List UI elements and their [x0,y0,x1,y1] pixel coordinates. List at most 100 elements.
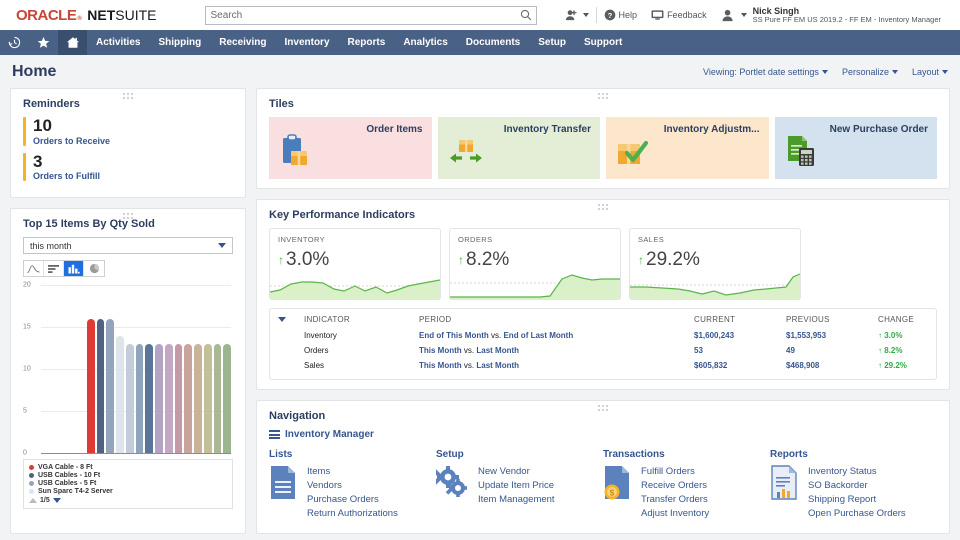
nav-link-purchase-orders[interactable]: Purchase Orders [307,493,398,507]
period-start[interactable]: This Month [419,346,462,355]
page-title: Home [12,63,56,81]
bar[interactable] [175,344,183,453]
bar[interactable] [136,344,144,453]
kpi-name: SALES [638,235,792,244]
user-menu[interactable]: Nick Singh SS Pure FF EM US 2019.2 - FF … [714,0,952,30]
add-shortcut-button[interactable] [558,0,596,30]
nav-link-vendors[interactable]: Vendors [307,479,398,493]
bar[interactable] [155,344,163,453]
nav-link-new-vendor[interactable]: New Vendor [478,465,555,479]
cell-previous[interactable]: $468,908 [786,361,878,370]
nav-link-return-authorizations[interactable]: Return Authorizations [307,507,398,521]
bar[interactable] [97,319,105,453]
bar[interactable] [223,344,231,453]
pie-chart-icon[interactable] [84,261,104,276]
oracle-logo[interactable]: ORACLE® [16,7,81,24]
help-button[interactable]: ? Help [597,0,645,30]
nav-item-shipping[interactable]: Shipping [149,30,210,55]
favorites-star-icon[interactable] [29,30,58,55]
nav-item-activities[interactable]: Activities [87,30,149,55]
period-dropdown[interactable]: this month [23,237,233,254]
column-chart-icon[interactable] [64,261,84,276]
legend-item[interactable]: VGA Cable - 8 Ft [29,464,227,471]
reminder-label[interactable]: Orders to Fulfill [33,171,100,181]
nav-item-setup[interactable]: Setup [529,30,575,55]
table-row[interactable]: Orders This Month vs. Last Month 53 49 ↑… [278,343,928,358]
nav-item-support[interactable]: Support [575,30,631,55]
legend-item[interactable]: Sun Sparc T4-2 Server [29,488,227,495]
recent-records-icon[interactable] [0,30,29,55]
drag-handle[interactable] [598,93,608,99]
navigation-role-selector[interactable]: Inventory Manager [269,429,937,440]
nav-link-update-item-price[interactable]: Update Item Price [478,479,555,493]
bar[interactable] [126,344,134,453]
bar[interactable] [165,344,173,453]
nav-link-item-management[interactable]: Item Management [478,493,555,507]
nav-item-receiving[interactable]: Receiving [210,30,275,55]
nav-link-items[interactable]: Items [307,465,398,479]
drag-handle[interactable] [123,93,133,99]
period-start[interactable]: End of This Month [419,331,489,340]
period-start[interactable]: This Month [419,361,462,370]
cell-previous[interactable]: 49 [786,346,878,355]
nav-link-receive-orders[interactable]: Receive Orders [641,479,709,493]
reminder-item[interactable]: 10 Orders to Receive [23,117,233,146]
kpi-name: INVENTORY [278,235,432,244]
viewing-portlet-date-settings-menu[interactable]: Viewing: Portlet date settings [703,67,828,77]
bar[interactable] [116,336,124,454]
home-icon[interactable] [58,30,87,55]
cell-current[interactable]: $605,832 [694,361,786,370]
table-row[interactable]: Sales This Month vs. Last Month $605,832… [278,358,928,373]
nav-link-adjust-inventory[interactable]: Adjust Inventory [641,507,709,521]
tile-order-items[interactable]: Order Items [269,117,432,179]
page-down-icon[interactable] [53,498,61,503]
reminder-label[interactable]: Orders to Receive [33,136,110,146]
nav-link-shipping-report[interactable]: Shipping Report [808,493,906,507]
search-icon[interactable] [520,8,532,26]
reminder-item[interactable]: 3 Orders to Fulfill [23,153,233,182]
search-input[interactable] [205,6,537,25]
nav-item-inventory[interactable]: Inventory [276,30,339,55]
period-end[interactable]: End of Last Month [503,331,573,340]
cell-current[interactable]: $1,600,243 [694,331,786,340]
drag-handle[interactable] [598,204,608,210]
line-chart-icon[interactable] [24,261,44,276]
nav-item-analytics[interactable]: Analytics [394,30,456,55]
drag-handle[interactable] [123,213,133,219]
tile-inventory-transfer[interactable]: Inventory Transfer [438,117,601,179]
legend-item[interactable]: USB Cables - 10 Ft [29,472,227,479]
bar-chart-horizontal-icon[interactable] [44,261,64,276]
personalize-menu[interactable]: Personalize [842,67,898,77]
expand-collapse-toggle[interactable] [278,315,304,324]
layout-menu[interactable]: Layout [912,67,948,77]
kpi-card-orders[interactable]: ORDERS ↑ 8.2% [449,228,621,300]
page-up-icon[interactable] [29,498,37,503]
bar[interactable] [194,344,202,453]
period-end[interactable]: Last Month [476,346,519,355]
bar[interactable] [87,319,95,453]
period-end[interactable]: Last Month [476,361,519,370]
chevron-down-icon [218,243,226,248]
legend-item[interactable]: USB Cables - 5 Ft [29,480,227,487]
nav-link-transfer-orders[interactable]: Transfer Orders [641,493,709,507]
nav-link-open-purchase-orders[interactable]: Open Purchase Orders [808,507,906,521]
bar[interactable] [106,319,114,453]
bar[interactable] [145,344,153,453]
kpi-card-sales[interactable]: SALES ↑ 29.2% [629,228,801,300]
bar[interactable] [184,344,192,453]
drag-handle[interactable] [598,405,608,411]
nav-link-fulfill-orders[interactable]: Fulfill Orders [641,465,709,479]
nav-item-documents[interactable]: Documents [457,30,529,55]
bar[interactable] [214,344,222,453]
bar[interactable] [204,344,212,453]
tile-new-purchase-order[interactable]: New Purchase Order [775,117,938,179]
cell-previous[interactable]: $1,553,953 [786,331,878,340]
kpi-card-inventory[interactable]: INVENTORY ↑ 3.0% [269,228,441,300]
tile-inventory-adjustment[interactable]: Inventory Adjustm... [606,117,769,179]
cell-current[interactable]: 53 [694,346,786,355]
feedback-button[interactable]: Feedback [644,0,714,30]
nav-link-so-backorder[interactable]: SO Backorder [808,479,906,493]
nav-item-reports[interactable]: Reports [339,30,395,55]
table-row[interactable]: Inventory End of This Month vs. End of L… [278,328,928,343]
nav-link-inventory-status[interactable]: Inventory Status [808,465,906,479]
